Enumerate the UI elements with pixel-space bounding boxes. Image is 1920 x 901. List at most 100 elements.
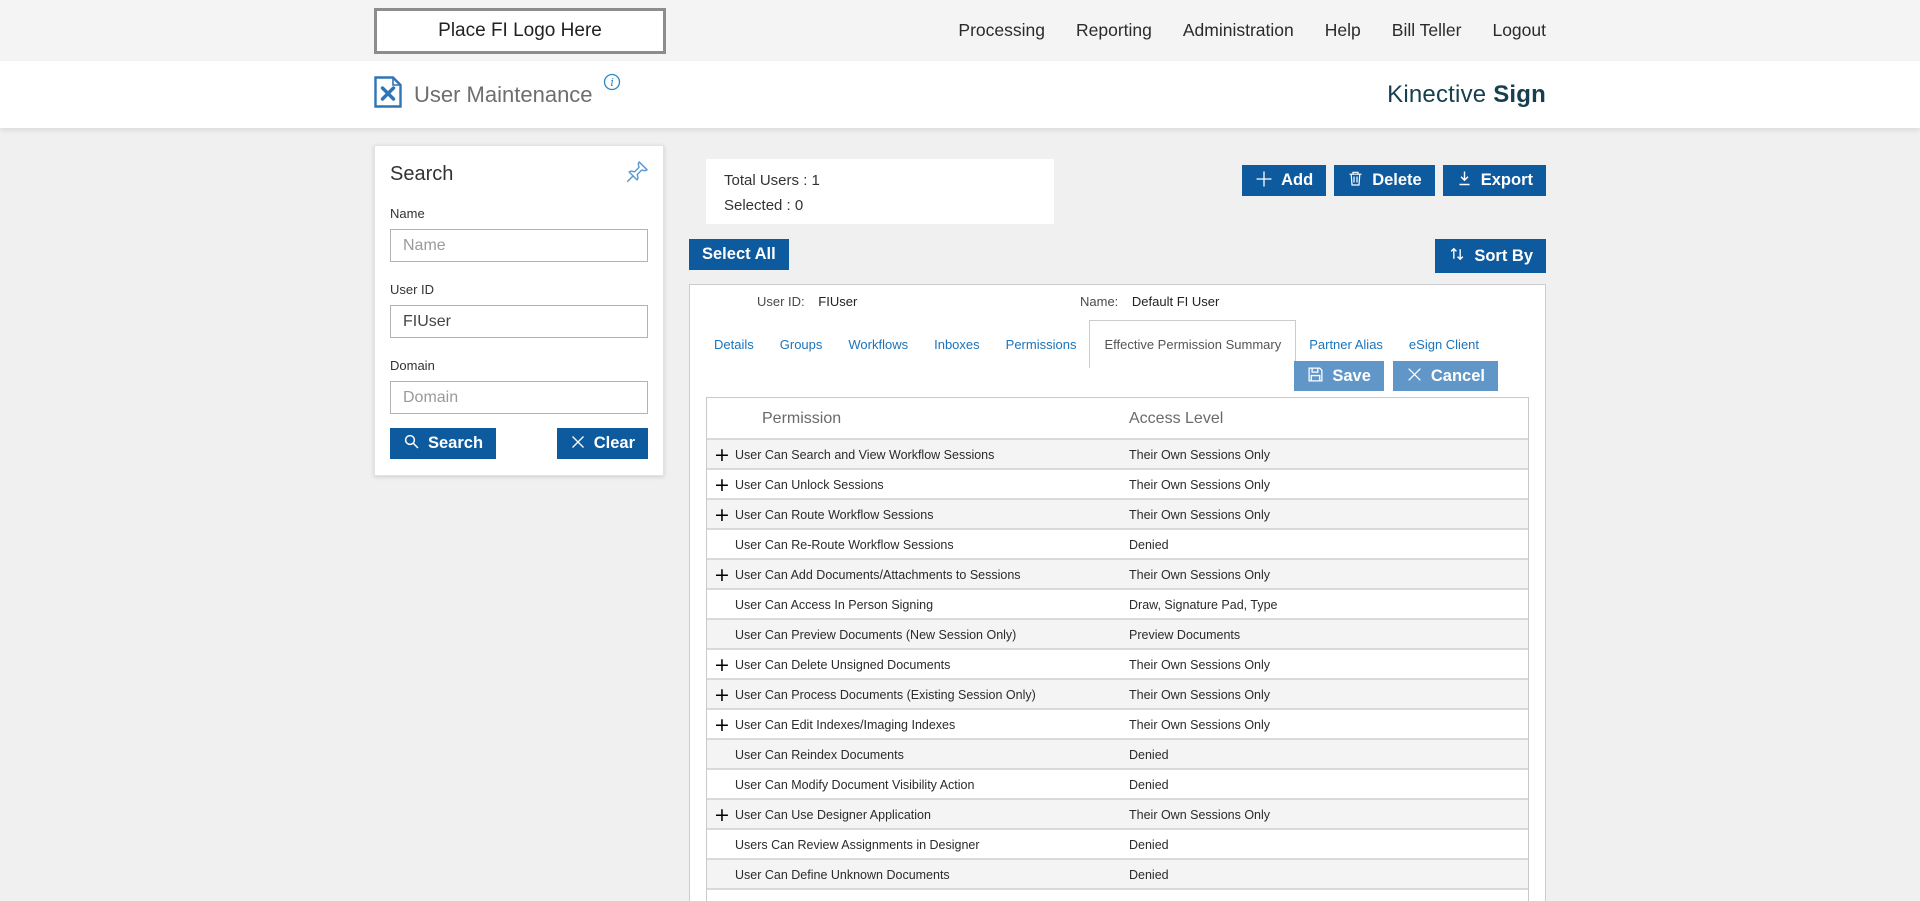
expand-plus-icon[interactable]: + [714,653,730,677]
nav-menu-item[interactable]: Bill Teller [1392,20,1462,41]
expand-plus-icon[interactable]: + [714,803,730,827]
sort-by-button[interactable]: Sort By [1435,239,1546,273]
tab[interactable]: Partner Alias [1296,337,1396,352]
fi-logo-text: Place FI Logo Here [438,19,602,41]
user-id-value: FIUser [818,294,858,309]
user-name-value: Default FI User [1131,294,1220,309]
expand-plus-icon[interactable]: + [714,503,730,527]
search-icon [403,433,420,454]
permission-cell: User Can Use Designer Application [735,808,931,822]
access-level-cell: Denied [1129,778,1169,792]
permission-cell: User Can Access In Person Signing [735,598,934,612]
access-level-cell: Their Own Sessions Only [1129,568,1271,582]
delete-button[interactable]: Delete [1334,165,1435,196]
nav-menu-item[interactable]: Help [1325,20,1361,41]
access-level-cell: Denied [1129,748,1169,762]
save-button[interactable]: Save [1294,361,1384,391]
search-panel: Search Name User ID Domain [374,145,664,476]
nav-menu-item[interactable]: Logout [1492,20,1546,41]
user-id-label: User ID: [757,294,805,309]
table-row: + User Can Route Workflow Sessions Their… [707,500,1528,530]
table-row: + User Can Add Documents/Attachments to … [707,560,1528,590]
tab[interactable]: Details [701,337,767,352]
tab[interactable]: eSign Client [1396,337,1492,352]
expand-plus-icon[interactable]: + [714,683,730,707]
table-row: + User Can Edit Indexes/Imaging Indexes … [707,710,1528,740]
access-level-cell: Denied [1129,538,1169,552]
name-input[interactable] [390,229,648,262]
clear-button[interactable]: Clear [556,428,648,459]
access-level-cell: Draw, Signature Pad, Type [1129,598,1278,612]
tab[interactable]: Workflows [835,337,921,352]
permission-cell: Users Can Review Assignments in Designer [735,838,980,852]
access-level-cell: Their Own Sessions Only [1129,718,1271,732]
domain-label: Domain [390,358,435,373]
cancel-button[interactable]: Cancel [1392,361,1498,391]
export-download-icon [1456,170,1473,191]
select-all-button[interactable]: Select All [689,239,789,270]
domain-field-group: Domain [390,358,648,414]
tab[interactable]: Groups [767,337,836,352]
cancel-x-icon [1406,366,1423,387]
user-name-label: Name: [1080,294,1119,309]
table-row: + User Can Search and View Workflow Sess… [707,440,1528,470]
table-row: + User Can Reindex Documents Denied [707,740,1528,770]
svg-text:i: i [610,76,614,89]
add-button[interactable]: Add [1242,165,1327,196]
trash-icon [1347,170,1364,191]
permission-cell: User Can Re-Route Workflow Sessions [735,538,954,552]
userid-field-group: User ID [390,282,648,338]
name-label: Name [390,206,425,221]
clear-x-icon [570,434,586,454]
expand-plus-icon[interactable]: + [714,713,730,737]
permission-cell: User Can Route Workflow Sessions [735,508,934,522]
selected-count: Selected : 0 [724,197,804,214]
tab[interactable]: Effective Permission Summary [1089,320,1297,368]
table-row: + User Can Preview Documents (New Sessio… [707,620,1528,650]
permission-column-header: Permission [762,410,842,427]
expand-plus-icon[interactable]: + [714,563,730,587]
permission-cell: User Can Modify Document Visibility Acti… [735,778,975,792]
user-info-row: User ID: FIUser Name: Default FI User [706,285,1529,311]
summary-box: Total Users : 1 Selected : 0 [706,159,1054,224]
pin-icon[interactable] [624,158,651,190]
user-maintenance-icon [374,76,402,113]
permission-cell: User Can Reindex Documents [735,748,904,762]
userid-input[interactable] [390,305,648,338]
permissions-table: Permission Access Level + User Can Searc… [706,397,1529,901]
permission-cell: User Can Delete Unsigned Documents [735,658,951,672]
access-level-cell: Preview Documents [1129,628,1241,642]
userid-label: User ID [390,282,435,297]
nav-menu-item[interactable]: Reporting [1076,20,1152,41]
info-icon[interactable]: i [603,73,621,96]
fi-logo-placeholder[interactable]: Place FI Logo Here [374,7,666,54]
search-button[interactable]: Search [390,428,497,459]
total-users: Total Users : 1 [724,172,820,189]
expand-plus-icon[interactable]: + [714,473,730,497]
permission-cell: User Can Define Unknown Documents [735,868,950,882]
tab[interactable]: Inboxes [921,337,993,352]
nav-menu-item[interactable]: Administration [1183,20,1294,41]
table-row: + User Can Define Unknown Documents Deni… [707,860,1528,890]
table-row: + User Can Delete Unsigned Documents The… [707,650,1528,680]
table-row: + User Can Unlock Sessions Their Own Ses… [707,470,1528,500]
access-level-cell: Their Own Sessions Only [1129,478,1271,492]
kinective-sign-logo: Kinective Sign [1387,80,1546,108]
export-button[interactable]: Export [1442,165,1546,196]
sort-arrows-icon [1448,245,1466,267]
permission-cell: User Can Process Documents (Existing Ses… [735,688,1036,702]
permission-cell: User Can Unlock Sessions [735,478,884,492]
nav-menu-item[interactable]: Processing [958,20,1045,41]
main-nav: Processing Reporting Administration Help… [958,20,1546,41]
table-row: + User Can Modify Document Visibility Ac… [707,770,1528,800]
domain-input[interactable] [390,381,648,414]
permission-cell: User Can Edit Indexes/Imaging Indexes [735,718,956,732]
permission-cell: User Can Preview Documents (New Session … [735,628,1017,642]
table-body: + User Can Search and View Workflow Sess… [707,440,1528,890]
expand-plus-icon[interactable]: + [714,443,730,467]
tab[interactable]: Permissions [993,337,1090,352]
access-level-cell: Denied [1129,838,1169,852]
access-level-cell: Their Own Sessions Only [1129,808,1271,822]
search-panel-title: Search [390,163,454,185]
table-header: Permission Access Level [707,398,1528,440]
